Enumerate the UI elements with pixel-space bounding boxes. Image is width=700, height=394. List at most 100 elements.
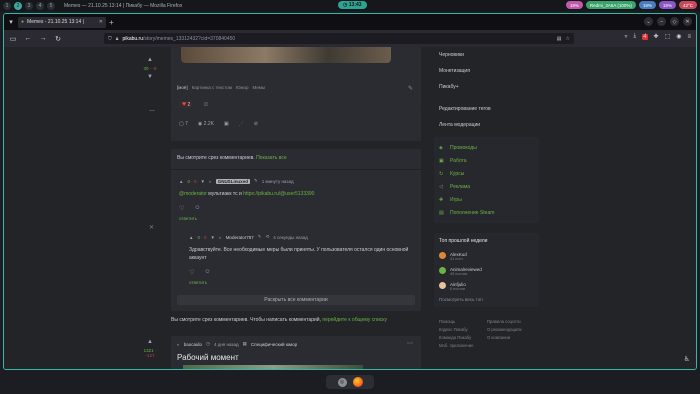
comment-upvote-icon[interactable]: ▲ <box>189 235 193 240</box>
link-jobs[interactable]: ▣ Работа <box>434 154 539 167</box>
user-avatar[interactable]: ◐ <box>177 342 180 347</box>
maximize-icon[interactable]: ◇ <box>670 17 679 26</box>
link-ads[interactable]: ◁ Реклама <box>434 180 539 193</box>
edit-icon[interactable]: ✎ <box>408 85 413 92</box>
top-user[interactable]: AlexKud 41 пост <box>439 252 534 261</box>
add-reaction-icon[interactable]: ☺ <box>204 269 210 276</box>
reply-button[interactable]: ответить <box>189 280 414 285</box>
comments-button[interactable]: ▢ 7 <box>179 121 188 127</box>
comment-downvote-icon[interactable]: ▼ <box>211 235 215 240</box>
downvote-icon[interactable]: ▼ <box>139 74 161 80</box>
footer-link[interactable]: Кодекс Пикабу <box>439 327 487 332</box>
footer-link[interactable]: Правила соцсети <box>487 319 537 324</box>
comment-upvote-icon[interactable]: ▲ <box>179 179 183 184</box>
accessibility-icon[interactable]: ♿︎ <box>684 355 690 363</box>
extensions-puzzle-icon[interactable]: ✚ <box>654 33 659 40</box>
downloads-icon[interactable]: ⤓ <box>634 33 637 40</box>
workspace-1[interactable]: 1 <box>3 1 11 10</box>
mention-link[interactable]: @moderator <box>179 191 207 197</box>
close-tab-icon[interactable]: ✕ <box>99 19 103 25</box>
comment-downvote-icon[interactable]: ▼ <box>201 179 205 184</box>
reader-mode-icon[interactable]: ▤ <box>557 36 562 42</box>
more-options-icon[interactable]: ⋯ <box>407 340 413 347</box>
reload-icon[interactable]: ↻ <box>54 35 62 43</box>
workspace-2[interactable]: 2 <box>14 1 22 10</box>
sidebar-toggle-icon[interactable]: ▭ <box>9 35 17 43</box>
top-user[interactable]: Animalreviewed 45 постов <box>439 267 534 276</box>
workspace-4[interactable]: 4 <box>36 1 44 10</box>
workspace-3[interactable]: 3 <box>25 1 33 10</box>
heart-outline-icon[interactable]: ♡ <box>189 269 194 276</box>
workspace-5[interactable]: 5 <box>47 1 55 10</box>
go-to-comments-link[interactable]: перейдите к общему списку <box>322 317 387 323</box>
tab-overflow-icon[interactable]: ⌄ <box>644 17 653 26</box>
heart-reaction[interactable]: ♥ 2 <box>179 101 194 108</box>
comment-author[interactable]: Moderator787 <box>226 235 254 240</box>
account-icon[interactable]: ◉ <box>676 33 681 40</box>
status-indicator[interactable]: 19% <box>565 1 583 9</box>
address-bar[interactable]: ⛉ 🔒︎ pikabu.ru/story/memes_13312432?cid=… <box>104 33 574 44</box>
add-reaction-icon[interactable]: ☺ <box>202 101 209 108</box>
link-games[interactable]: ✚ Игры <box>434 193 539 206</box>
menu-drafts[interactable]: Черновики <box>434 47 539 63</box>
bookmark-icon[interactable]: ✎ <box>254 178 258 184</box>
profile-link[interactable]: https://pikabu.ru/@user5133390 <box>243 191 314 197</box>
tag[interactable]: Юмор <box>236 85 249 90</box>
link-promocodes[interactable]: ◈ Промокоды <box>434 141 539 154</box>
status-indicator[interactable]: 19% <box>638 1 656 9</box>
pocket-icon[interactable]: ▿ <box>625 33 628 40</box>
firefox-icon[interactable] <box>352 377 363 387</box>
show-all-link[interactable]: Показать все <box>256 155 287 161</box>
user-avatar[interactable]: ◐ <box>209 179 212 184</box>
menu-moderation-feed[interactable]: Лента модерации <box>434 117 539 133</box>
footer-link[interactable]: Моб. приложение <box>439 343 487 348</box>
tag[interactable]: [моё] <box>177 85 188 90</box>
heart-outline-icon[interactable]: ♡ <box>179 205 184 212</box>
collapse-icon[interactable]: — <box>149 108 155 114</box>
tag[interactable]: Картинка с текстом <box>192 85 232 90</box>
tab-active[interactable]: ● Memes - 21.10.25 13:14 | ✕ <box>18 16 106 28</box>
bookmark-star-icon[interactable]: ☆ <box>566 36 570 42</box>
upvote-icon[interactable]: ▲ <box>139 57 161 63</box>
view-top-link[interactable]: Посмотреть весь топ <box>439 297 534 302</box>
footer-link[interactable]: Команда Пикабу <box>439 335 487 340</box>
link-courses[interactable]: ↻ Курсы <box>434 167 539 180</box>
back-icon[interactable]: ← <box>24 35 32 42</box>
reply-button[interactable]: ответить <box>179 216 419 221</box>
tab-list-icon[interactable]: ▾ <box>7 18 15 26</box>
post-title[interactable]: Рабочий момент <box>177 353 239 362</box>
footer-link[interactable]: О компании <box>487 335 537 340</box>
status-indicator[interactable]: Redmi_3A6A (100%) <box>585 1 636 9</box>
new-tab-button[interactable]: + <box>109 18 114 27</box>
add-reaction-icon[interactable]: ☺ <box>194 205 200 212</box>
save-icon[interactable]: ▣ <box>224 121 229 127</box>
app-launcher-icon[interactable]: ◎ <box>337 377 347 387</box>
top-user[interactable]: Ainfjulio 8 постов <box>439 282 534 291</box>
bookmark-icon[interactable]: ✎ <box>258 234 262 240</box>
link-icon[interactable]: ⟲ <box>266 234 270 240</box>
footer-link[interactable]: Помощь <box>439 319 487 324</box>
share-icon[interactable]: ⋰ <box>239 121 244 127</box>
close-window-icon[interactable]: ✕ <box>683 17 692 26</box>
lock-icon[interactable]: 🔒︎ <box>116 36 119 42</box>
screenshot-icon[interactable]: ⬚ <box>665 33 671 40</box>
menu-pikabu-plus[interactable]: Пикабу+ <box>434 79 539 95</box>
link-steam[interactable]: ▤ Пополнение Steam <box>434 206 539 219</box>
status-indicator[interactable]: 19% <box>658 1 676 9</box>
comment-author[interactable]: GNUSLinuxed <box>215 178 250 184</box>
footer-link[interactable]: О рекомендациях <box>487 327 537 332</box>
menu-icon[interactable]: ≡ <box>687 34 691 40</box>
close-icon[interactable]: ✕ <box>149 224 154 231</box>
user-avatar[interactable]: ◐ <box>219 235 222 240</box>
tag[interactable]: Мемы <box>253 85 266 90</box>
minimize-icon[interactable]: – <box>657 17 666 26</box>
clock[interactable]: ◷ 13:43 <box>338 1 367 9</box>
menu-monetization[interactable]: Монетизация <box>434 63 539 79</box>
post-author[interactable]: baocaido <box>184 342 202 347</box>
status-indicator[interactable]: 42°C <box>678 1 697 9</box>
community-link[interactable]: Специфический юмор <box>251 342 297 347</box>
expand-comments-button[interactable]: Раскрыть все комментарии <box>177 295 415 305</box>
shield-icon[interactable]: ⛉ <box>108 36 112 42</box>
upvote-icon[interactable]: ▲ <box>139 339 161 345</box>
hide-icon[interactable]: ⊘ <box>254 121 258 127</box>
